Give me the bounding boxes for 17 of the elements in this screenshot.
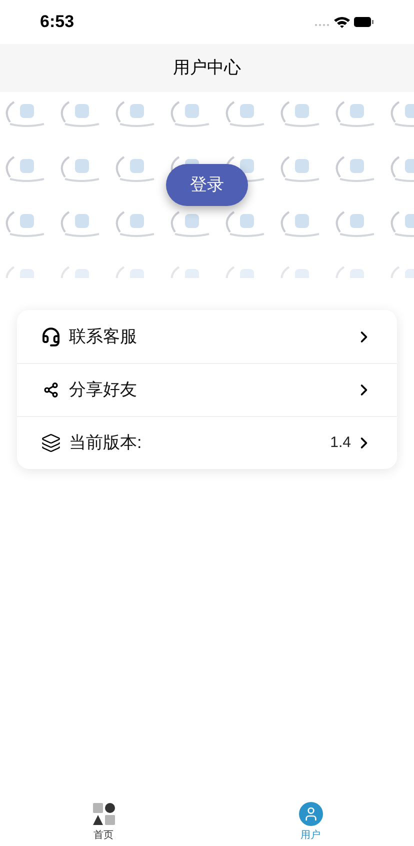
status-time: 6:53 <box>40 11 74 34</box>
tab-item[interactable]: 首页 <box>0 798 207 846</box>
grid-icon <box>92 802 116 826</box>
share-icon <box>43 382 59 398</box>
menu-item[interactable]: 联系客服 <box>17 310 397 363</box>
version-value: 1.4 <box>330 432 351 453</box>
layers-icon <box>41 433 61 453</box>
menu-label: 当前版本: <box>69 432 143 454</box>
menu-label: 分享好友 <box>69 379 138 402</box>
headset-icon <box>41 326 61 346</box>
menu-item[interactable]: 当前版本: 1.4 <box>17 416 397 469</box>
user-icon <box>298 802 322 826</box>
page-title: 用户中心 <box>173 57 241 80</box>
login-button[interactable]: 登录 <box>166 164 248 206</box>
menu-item[interactable]: 分享好友 <box>17 363 397 416</box>
menu-label: 联系客服 <box>69 326 138 348</box>
status-icons <box>314 15 374 29</box>
